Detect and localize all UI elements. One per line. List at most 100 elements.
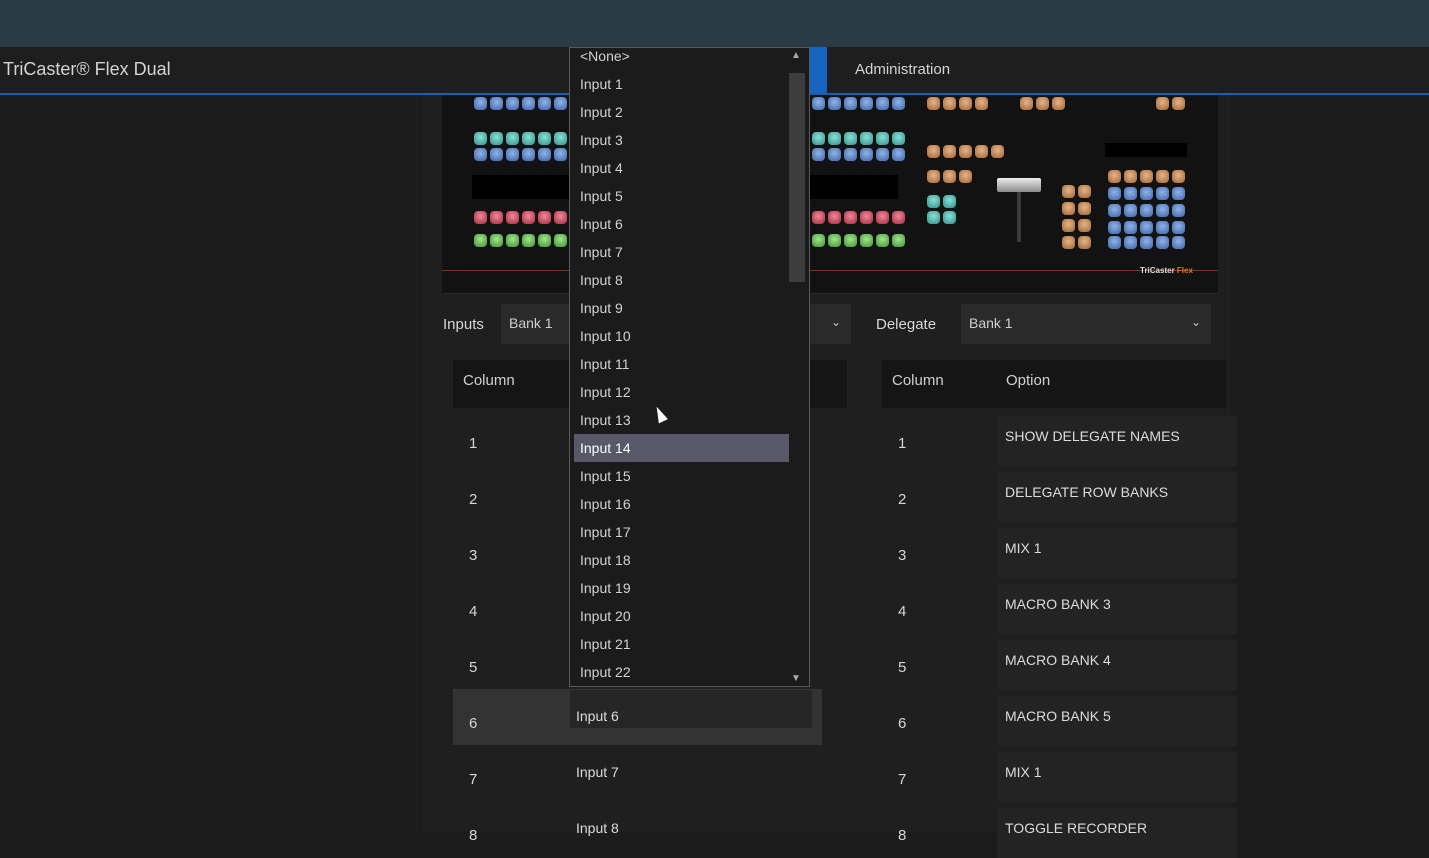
- dropdown-option[interactable]: <None>: [574, 48, 789, 70]
- table-row-option[interactable]: DELEGATE ROW BANKS: [997, 472, 1237, 522]
- tbar-handle-icon: [997, 178, 1041, 192]
- dropdown-option[interactable]: Input 18: [574, 546, 789, 574]
- console-button-icon: [1140, 204, 1153, 217]
- console-button-icon: [1062, 219, 1075, 232]
- dropdown-option[interactable]: Input 10: [574, 322, 789, 350]
- console-button-icon: [1124, 204, 1137, 217]
- table-row-number: 2: [898, 491, 907, 508]
- top-strip: [0, 0, 1429, 47]
- dropdown-option[interactable]: Input 7: [574, 238, 789, 266]
- console-row-preview-a: [474, 211, 567, 224]
- console-row-orange-4: [927, 145, 1004, 158]
- table-row-number: 7: [469, 771, 478, 788]
- table-row-input[interactable]: Input 7: [576, 764, 619, 780]
- column-header: Column: [892, 372, 944, 389]
- console-button-icon: [490, 234, 503, 247]
- dropdown-scrollbar[interactable]: ▲ ▼: [786, 48, 809, 686]
- table-row-option[interactable]: MACRO BANK 5: [997, 696, 1237, 746]
- console-button-icon: [959, 170, 972, 183]
- console-button-icon: [1078, 219, 1091, 232]
- console-button-icon: [1172, 170, 1185, 183]
- table-row-option[interactable]: TOGGLE RECORDER: [997, 808, 1237, 858]
- dropdown-option[interactable]: Input 17: [574, 518, 789, 546]
- table-row-option[interactable]: MACRO BANK 4: [997, 640, 1237, 690]
- dropdown-option[interactable]: Input 20: [574, 602, 789, 630]
- console-button-icon: [490, 148, 503, 161]
- table-row-input[interactable]: Input 6: [576, 708, 619, 724]
- dropdown-option[interactable]: Input 16: [574, 490, 789, 518]
- console-button-icon: [860, 97, 873, 110]
- console-button-icon: [876, 211, 889, 224]
- console-button-icon: [1062, 185, 1075, 198]
- console-button-icon: [812, 211, 825, 224]
- chevron-down-icon: ⌄: [830, 315, 841, 329]
- console-button-icon: [828, 97, 841, 110]
- dropdown-option[interactable]: Input 2: [574, 98, 789, 126]
- dropdown-option[interactable]: Input 3: [574, 126, 789, 154]
- console-row-orange-10: [1108, 170, 1185, 183]
- dropdown-option[interactable]: Input 13: [574, 406, 789, 434]
- console-button-icon: [506, 148, 519, 161]
- table-row-number: 6: [898, 715, 907, 732]
- dropdown-option[interactable]: Input 4: [574, 154, 789, 182]
- console-button-icon: [1124, 187, 1137, 200]
- console-button-icon: [506, 234, 519, 247]
- console-button-icon: [1020, 97, 1033, 110]
- dropdown-option[interactable]: Input 21: [574, 630, 789, 658]
- console-button-icon: [1172, 221, 1185, 234]
- console-button-icon: [876, 132, 889, 145]
- console-button-icon: [1156, 187, 1169, 200]
- dropdown-option[interactable]: Input 5: [574, 182, 789, 210]
- console-button-icon: [959, 97, 972, 110]
- table-row-input[interactable]: Input 8: [576, 820, 619, 836]
- dropdown-option[interactable]: Input 22: [574, 658, 789, 686]
- console-button-icon: [1172, 236, 1185, 249]
- console-button-icon: [860, 148, 873, 161]
- dropdown-option[interactable]: Input 15: [574, 462, 789, 490]
- tab-administration[interactable]: Administration: [855, 61, 950, 78]
- table-row-number: 1: [469, 435, 478, 452]
- console-button-icon: [538, 132, 551, 145]
- console-button-icon: [1140, 221, 1153, 234]
- dropdown-option[interactable]: Input 1: [574, 70, 789, 98]
- console-button-icon: [876, 148, 889, 161]
- table-row-option[interactable]: MACRO BANK 3: [997, 584, 1237, 634]
- console-button-icon: [474, 234, 487, 247]
- console-button-icon: [506, 211, 519, 224]
- console-button-icon: [1172, 204, 1185, 217]
- console-button-icon: [474, 132, 487, 145]
- console-row-orange-6: [1062, 185, 1091, 198]
- table-row-option[interactable]: SHOW DELEGATE NAMES: [997, 416, 1237, 466]
- input-dropdown-list[interactable]: <None> Input 1 Input 2 Input 3 Input 4 Input …: [569, 47, 810, 687]
- active-tab-indicator[interactable]: [810, 47, 827, 93]
- console-accent-line: [442, 270, 1218, 271]
- dropdown-option[interactable]: Input 11: [574, 350, 789, 378]
- dropdown-option[interactable]: Input 14: [574, 434, 789, 462]
- table-row-option[interactable]: MIX 1: [997, 752, 1237, 802]
- scroll-up-icon[interactable]: ▲: [791, 50, 801, 61]
- console-button-icon: [538, 234, 551, 247]
- delegate-bank-select[interactable]: Bank 1 ⌄: [961, 304, 1211, 344]
- dropdown-option[interactable]: Input 8: [574, 266, 789, 294]
- dropdown-option[interactable]: Input 9: [574, 294, 789, 322]
- dropdown-option[interactable]: Input 19: [574, 574, 789, 602]
- console-row-orange-3: [1156, 97, 1185, 110]
- console-button-icon: [1156, 97, 1169, 110]
- console-button-icon: [506, 97, 519, 110]
- console-button-icon: [554, 97, 567, 110]
- console-button-icon: [1108, 187, 1121, 200]
- console-button-icon: [844, 148, 857, 161]
- table-row-option[interactable]: MIX 1: [997, 528, 1237, 578]
- dropdown-option[interactable]: Input 6: [574, 210, 789, 238]
- console-button-icon: [1124, 236, 1137, 249]
- console-button-icon: [554, 148, 567, 161]
- scroll-thumb[interactable]: [789, 73, 805, 282]
- console-row-orange-7: [1062, 202, 1091, 215]
- console-button-icon: [506, 132, 519, 145]
- console-button-icon: [554, 132, 567, 145]
- console-button-icon: [538, 148, 551, 161]
- dropdown-option[interactable]: Input 12: [574, 378, 789, 406]
- console-button-icon: [844, 211, 857, 224]
- console-button-icon: [943, 170, 956, 183]
- scroll-down-icon[interactable]: ▼: [791, 673, 801, 684]
